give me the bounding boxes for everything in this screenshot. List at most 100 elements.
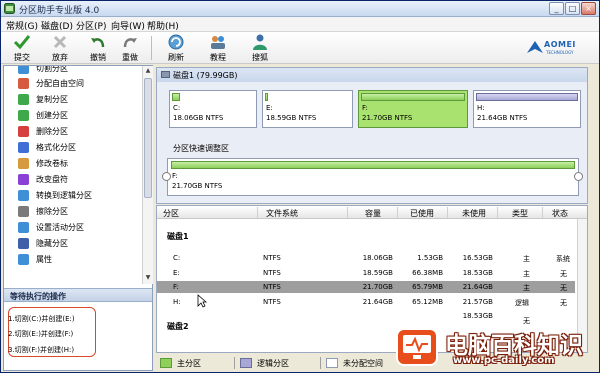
- op-label: 转换到逻辑分区: [36, 191, 92, 200]
- pending-op-item[interactable]: 1.切割(C:)并创建(E:): [8, 314, 75, 324]
- partition-block-f[interactable]: F: 21.70GB NTFS: [358, 90, 468, 128]
- partition-detail: 18.59GB NTFS: [266, 114, 317, 122]
- op-label: 格式化分区: [36, 143, 76, 152]
- people-icon: [253, 34, 267, 50]
- op-change-drive-letter[interactable]: 改变盘符: [18, 173, 142, 187]
- hide-icon: [18, 238, 29, 249]
- op-wipe-partition[interactable]: 擦除分区: [18, 205, 142, 219]
- menu-partition[interactable]: 分区(P): [76, 19, 106, 32]
- column-header[interactable]: 状态: [552, 208, 568, 219]
- legend-swatch: [326, 358, 338, 368]
- column-header[interactable]: 文件系统: [266, 208, 298, 219]
- pending-op-item[interactable]: 2.切割(E:)并创建(F:): [8, 329, 73, 339]
- column-header[interactable]: 分区: [163, 208, 179, 219]
- table-row-selected[interactable]: F: NTFS 21.70GB 65.79MB 21.64GB 主 无: [157, 281, 575, 293]
- column-header[interactable]: 类型: [512, 208, 528, 219]
- op-properties[interactable]: 属性: [18, 253, 142, 267]
- cell-type: 主: [523, 284, 530, 292]
- table-row[interactable]: E: NTFS 18.59GB 66.38MB 18.53GB 主 无: [157, 267, 575, 279]
- minimize-button[interactable]: _: [549, 2, 564, 15]
- cell-fs: NTFS: [263, 283, 281, 291]
- operations-scrollbar[interactable]: ▲ ▼: [142, 66, 153, 284]
- op-set-active[interactable]: 设置活动分区: [18, 221, 142, 235]
- resize-handle-left[interactable]: [162, 172, 171, 181]
- partition-block-e[interactable]: E: 18.59GB NTFS: [262, 90, 353, 128]
- column-header[interactable]: 已使用: [410, 208, 434, 219]
- tutorial-label: 教程: [210, 53, 226, 62]
- table-row[interactable]: C: NTFS 18.06GB 1.53GB 16.53GB 主 系统: [157, 252, 575, 264]
- op-change-label[interactable]: 修改卷标: [18, 157, 142, 171]
- legend-divider: [320, 357, 321, 369]
- bird-icon: [527, 41, 543, 53]
- maximize-button[interactable]: □: [565, 2, 580, 15]
- apply-label: 提交: [14, 53, 30, 62]
- cell-partition: F:: [173, 283, 179, 291]
- refresh-button[interactable]: 刷新: [161, 33, 191, 63]
- redo-button[interactable]: 重做: [115, 33, 145, 63]
- close-button[interactable]: ×: [581, 2, 596, 15]
- undo-button[interactable]: 撤销: [83, 33, 113, 63]
- column-header[interactable]: 容量: [365, 208, 381, 219]
- toolbar: 提交 放弃 撤销 重做 刷新 教程 搜狐 AOMEI TECHNOLOGY: [1, 32, 599, 64]
- resize-partition-block[interactable]: F: 21.70GB NTFS: [167, 158, 579, 196]
- brand-name: AOMEI: [544, 40, 576, 49]
- partition-detail: 21.64GB NTFS: [477, 114, 528, 122]
- column-header[interactable]: 未使用: [462, 208, 486, 219]
- cell-used: 66.38MB: [412, 269, 443, 277]
- menu-wizard[interactable]: 向导(W): [111, 19, 145, 32]
- partition-detail: 21.70GB NTFS: [362, 114, 413, 122]
- op-label: 隐藏分区: [36, 239, 68, 248]
- cell-capacity: 21.64GB: [362, 298, 393, 306]
- watermark-url: www.pc-daily.com: [453, 355, 555, 366]
- scroll-down-icon[interactable]: ▼: [143, 273, 153, 283]
- tutorial-button[interactable]: 教程: [203, 33, 233, 63]
- cell-fs: NTFS: [263, 269, 281, 277]
- op-hide-partition[interactable]: 隐藏分区: [18, 237, 142, 251]
- cell-status: 无: [560, 270, 567, 278]
- community-label: 搜狐: [252, 53, 268, 62]
- resize-partition-name: F:: [172, 172, 178, 180]
- discard-label: 放弃: [52, 53, 68, 62]
- cell-free: 18.53GB: [462, 312, 493, 320]
- app-icon: [4, 3, 15, 14]
- mouse-cursor-icon: [197, 294, 207, 308]
- op-delete-partition[interactable]: 删除分区: [18, 125, 142, 139]
- menu-disk[interactable]: 磁盘(D): [41, 19, 73, 32]
- menu-general[interactable]: 常规(G): [6, 19, 38, 32]
- convert-icon: [18, 190, 29, 201]
- allocate-icon: [18, 78, 29, 89]
- op-split-partition[interactable]: 切割分区: [18, 66, 142, 76]
- legend-label: 逻辑分区: [257, 359, 289, 368]
- undo-icon: [91, 38, 105, 48]
- discard-button[interactable]: 放弃: [45, 33, 75, 63]
- redo-icon: [123, 38, 137, 48]
- resize-partition-detail: 21.70GB NTFS: [172, 182, 223, 190]
- op-format-partition[interactable]: 格式化分区: [18, 141, 142, 155]
- column-divider: [447, 207, 448, 218]
- menu-bar: 常规(G) 磁盘(D) 分区(P) 向导(W) 帮助(H): [1, 17, 599, 32]
- scroll-up-icon[interactable]: ▲: [143, 66, 153, 76]
- operations-panel: 切割分区 分配自由空间 复制分区 创建分区 删除分区 格式化分区 修改卷标 改变…: [3, 65, 153, 371]
- op-create-partition[interactable]: 创建分区: [18, 109, 142, 123]
- app-window: 分区助手专业版 4.0 _ □ × 常规(G) 磁盘(D) 分区(P) 向导(W…: [0, 0, 600, 373]
- apply-button[interactable]: 提交: [7, 33, 37, 63]
- op-allocate-free-space[interactable]: 分配自由空间: [18, 77, 142, 91]
- op-convert-to-logical[interactable]: 转换到逻辑分区: [18, 189, 142, 203]
- refresh-label: 刷新: [168, 53, 184, 62]
- resize-handle-right[interactable]: [574, 172, 583, 181]
- op-copy-partition[interactable]: 复制分区: [18, 93, 142, 107]
- pending-op-item[interactable]: 3.切割(F:)并创建(H:): [8, 345, 74, 355]
- usage-bar: [361, 93, 465, 101]
- partition-block-c[interactable]: C: 18.06GB NTFS: [169, 90, 257, 128]
- community-button[interactable]: 搜狐: [245, 33, 275, 63]
- scroll-thumb[interactable]: [144, 78, 152, 198]
- partition-block-h[interactable]: H: 21.64GB NTFS: [473, 90, 581, 128]
- op-label: 切割分区: [36, 66, 68, 73]
- table-row[interactable]: H: NTFS 21.64GB 65.12MB 21.57GB 逻辑 无: [157, 296, 575, 308]
- usage-bar: [476, 93, 578, 101]
- operations-list: 切割分区 分配自由空间 复制分区 创建分区 删除分区 格式化分区 修改卷标 改变…: [4, 66, 142, 284]
- column-divider: [542, 207, 543, 218]
- title-bar: 分区助手专业版 4.0 _ □ ×: [1, 1, 599, 17]
- menu-help[interactable]: 帮助(H): [147, 19, 179, 32]
- op-label: 删除分区: [36, 127, 68, 136]
